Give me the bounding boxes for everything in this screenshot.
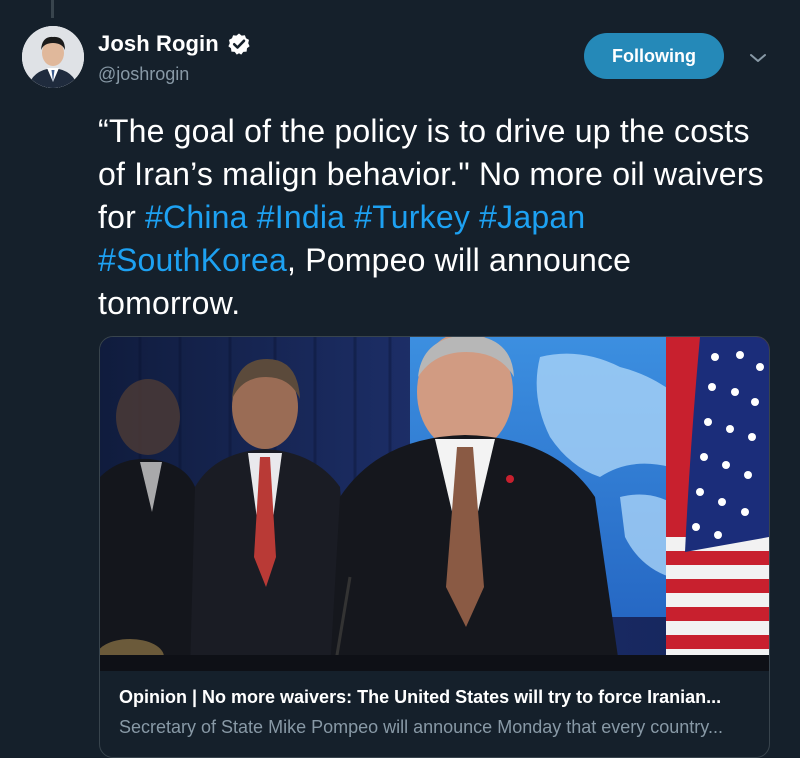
card-title[interactable]: Opinion | No more waivers: The United St… (119, 687, 759, 708)
thread-connector-line (51, 0, 54, 18)
following-button[interactable]: Following (584, 33, 724, 79)
author-name-row[interactable]: Josh Rogin (98, 31, 251, 57)
hashtag-japan[interactable]: #Japan (479, 199, 585, 235)
avatar[interactable] (22, 26, 84, 88)
author-display-name[interactable]: Josh Rogin (98, 31, 219, 57)
chevron-down-icon[interactable] (746, 48, 770, 68)
hashtag-china[interactable]: #China (145, 199, 248, 235)
hashtag-southkorea[interactable]: #SouthKorea (98, 242, 287, 278)
author-handle[interactable]: @joshrogin (98, 64, 189, 85)
card-image[interactable] (100, 337, 769, 671)
link-preview-card[interactable]: Opinion | No more waivers: The United St… (99, 336, 770, 758)
verified-badge-icon (227, 32, 251, 56)
tweet-text: “The goal of the policy is to drive up t… (98, 110, 778, 325)
hashtag-turkey[interactable]: #Turkey (354, 199, 470, 235)
card-description: Secretary of State Mike Pompeo will anno… (119, 717, 723, 737)
hashtag-india[interactable]: #India (257, 199, 345, 235)
